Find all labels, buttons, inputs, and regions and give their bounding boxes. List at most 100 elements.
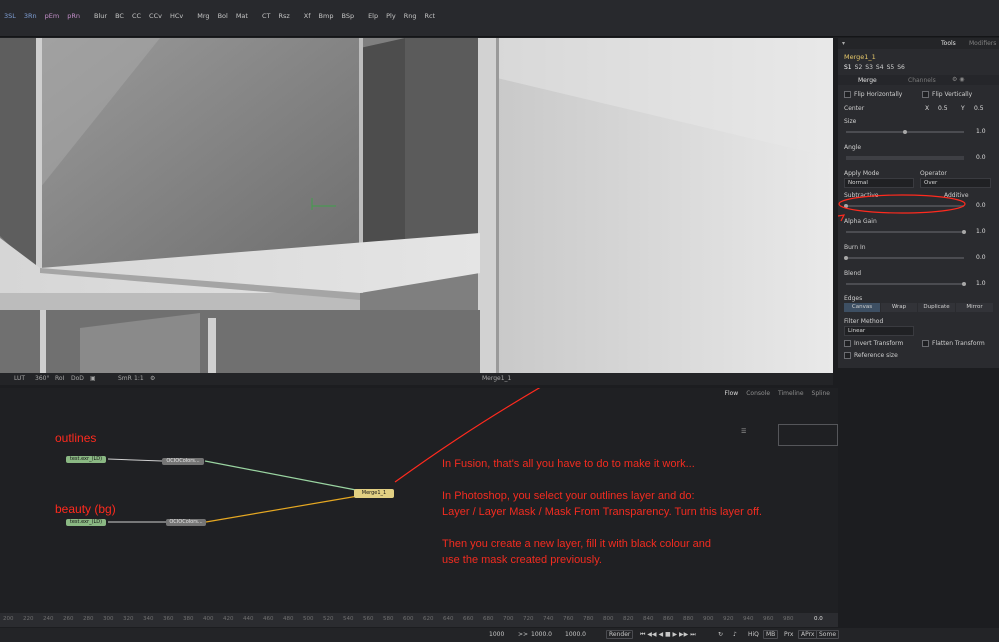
tool-button-ply[interactable]: Ply <box>382 12 400 20</box>
ocio-node-beauty[interactable]: OCIOColors... <box>166 519 206 526</box>
ruler-tick: 820 <box>623 616 634 622</box>
tool-button-bmp[interactable]: Bmp <box>315 12 338 20</box>
loader-node-outlines[interactable]: test.exr_(LD) <box>66 456 106 463</box>
annotation-line: In Fusion, that's all you have to do to … <box>442 456 762 472</box>
mb-button[interactable]: MB <box>763 630 778 639</box>
ruler-tick: 360 <box>163 616 174 622</box>
ruler-tick: 380 <box>183 616 194 622</box>
tool-button-prn[interactable]: pRn <box>63 12 84 20</box>
tool-button-cc[interactable]: CC <box>128 12 145 20</box>
viewer-status-bar: LUT 360° RoI DoD ▣ SmR 1:1 ⚙ Merge1_1 <box>0 373 833 385</box>
ruler-tick: 580 <box>383 616 394 622</box>
ruler-tick: 700 <box>503 616 514 622</box>
tool-button-hcv[interactable]: HCv <box>166 12 187 20</box>
annotation-line: use the mask created previously. <box>442 552 762 568</box>
ruler-tick: 880 <box>683 616 694 622</box>
tool-button-rct[interactable]: Rct <box>420 12 439 20</box>
ruler-tick: 900 <box>703 616 714 622</box>
ruler-tick: 680 <box>483 616 494 622</box>
skip-button[interactable]: >> <box>518 631 528 638</box>
annotation-line <box>442 472 762 488</box>
annotation-line <box>442 520 762 536</box>
tool-button-elp[interactable]: Elp <box>364 12 382 20</box>
tool-buttons: 3SL3RnpEmpRn BlurBCCCCCvHCv MrgBolMat CTRsz… <box>0 12 439 20</box>
ruler-tick: 760 <box>563 616 574 622</box>
roi-button[interactable]: RoI <box>55 375 64 382</box>
prx-button[interactable]: Prx <box>784 631 793 638</box>
ruler-tick: 800 <box>603 616 614 622</box>
360-button[interactable]: 360° <box>35 375 49 382</box>
tool-button-blur[interactable]: Blur <box>90 12 111 20</box>
ruler-tick: 940 <box>743 616 754 622</box>
tool-button-xf[interactable]: Xf <box>300 12 315 20</box>
ruler-tick: 300 <box>103 616 114 622</box>
smr-button[interactable]: SmR <box>118 375 132 382</box>
ruler-tick: 840 <box>643 616 654 622</box>
ruler-tick: 440 <box>243 616 254 622</box>
viewer[interactable] <box>0 38 833 373</box>
render-button[interactable]: Render <box>606 630 633 639</box>
ruler-tick: 220 <box>23 616 34 622</box>
lock-icon[interactable]: ▣ <box>90 375 96 382</box>
aprx-button[interactable]: APrx <box>798 630 817 639</box>
ocio-node-outlines[interactable]: OCIOColors... <box>162 458 204 465</box>
ruler-tick: 340 <box>143 616 154 622</box>
current-time: 0.0 <box>814 616 823 622</box>
annotation-ellipse <box>838 38 999 368</box>
ruler-tick: 980 <box>783 616 794 622</box>
loader-node-beauty[interactable]: test.exr_(LD) <box>66 519 106 526</box>
tool-button-mrg[interactable]: Mrg <box>193 12 213 20</box>
loop-icon[interactable]: ↻ <box>718 631 723 638</box>
tool-button-mat[interactable]: Mat <box>232 12 252 20</box>
ruler-tick: 320 <box>123 616 134 622</box>
tool-button-3sl[interactable]: 3SL <box>0 12 20 20</box>
transport-bar: 1000 >> 1000.0 1000.0 Render ⏮ ◀◀ ◀ ■ ▶ … <box>0 628 999 642</box>
ruler-tick: 640 <box>443 616 454 622</box>
rewind-icon[interactable]: ⏮ ◀◀ ◀ ■ ▶ ▶▶ ⏭ <box>640 631 696 639</box>
label-beauty: beauty (bg) <box>55 502 116 516</box>
ruler-tick: 560 <box>363 616 374 622</box>
inspector-empty-area <box>838 368 999 628</box>
tool-button-rsz[interactable]: Rsz <box>274 12 293 20</box>
render-end[interactable]: 1000.0 <box>565 631 586 638</box>
tool-button-ccv[interactable]: CCv <box>145 12 166 20</box>
global-end[interactable]: 1000.0 <box>531 631 552 638</box>
tool-button-bsp[interactable]: BSp <box>337 12 358 20</box>
annotation-line: In Photoshop, you select your outlines l… <box>442 488 762 504</box>
ruler-tick: 520 <box>323 616 334 622</box>
ruler-tick: 200 <box>3 616 14 622</box>
annotation-line: Then you create a new layer, fill it wit… <box>442 536 762 552</box>
merge-node[interactable]: Merge1_1 <box>354 489 394 498</box>
ruler-tick: 620 <box>423 616 434 622</box>
ruler-tick: 540 <box>343 616 354 622</box>
time-ruler[interactable]: 2002202402602803003203403603804004204404… <box>0 613 838 627</box>
ruler-tick: 240 <box>43 616 54 622</box>
ratio-button[interactable]: 1:1 <box>134 375 144 382</box>
ruler-tick: 500 <box>303 616 314 622</box>
some-button[interactable]: Some <box>816 630 839 639</box>
ruler-tick: 960 <box>763 616 774 622</box>
settings-icon[interactable]: ⚙ <box>150 375 155 382</box>
hiq-button[interactable]: HiQ <box>748 631 759 638</box>
ruler-tick: 280 <box>83 616 94 622</box>
tool-button-bc[interactable]: BC <box>111 12 128 20</box>
render-image <box>0 38 833 373</box>
tool-button-3rn[interactable]: 3Rn <box>20 12 41 20</box>
ruler-tick: 600 <box>403 616 414 622</box>
audio-icon[interactable]: ♪ <box>733 631 737 638</box>
tool-button-pem[interactable]: pEm <box>41 12 64 20</box>
dod-button[interactable]: DoD <box>71 375 84 382</box>
lut-button[interactable]: LUT <box>14 375 25 382</box>
ruler-tick: 720 <box>523 616 534 622</box>
ruler-tick: 660 <box>463 616 474 622</box>
label-outlines: outlines <box>55 431 96 445</box>
ruler-tick: 460 <box>263 616 274 622</box>
tool-button-rng[interactable]: Rng <box>400 12 421 20</box>
ruler-tick: 420 <box>223 616 234 622</box>
tool-button-ct[interactable]: CT <box>258 12 275 20</box>
tool-button-bol[interactable]: Bol <box>214 12 232 20</box>
end-frame[interactable]: 1000 <box>489 631 504 638</box>
annotation-line: Layer / Layer Mask / Mask From Transpare… <box>442 504 762 520</box>
annotation-text: In Fusion, that's all you have to do to … <box>442 456 762 568</box>
ruler-tick: 920 <box>723 616 734 622</box>
